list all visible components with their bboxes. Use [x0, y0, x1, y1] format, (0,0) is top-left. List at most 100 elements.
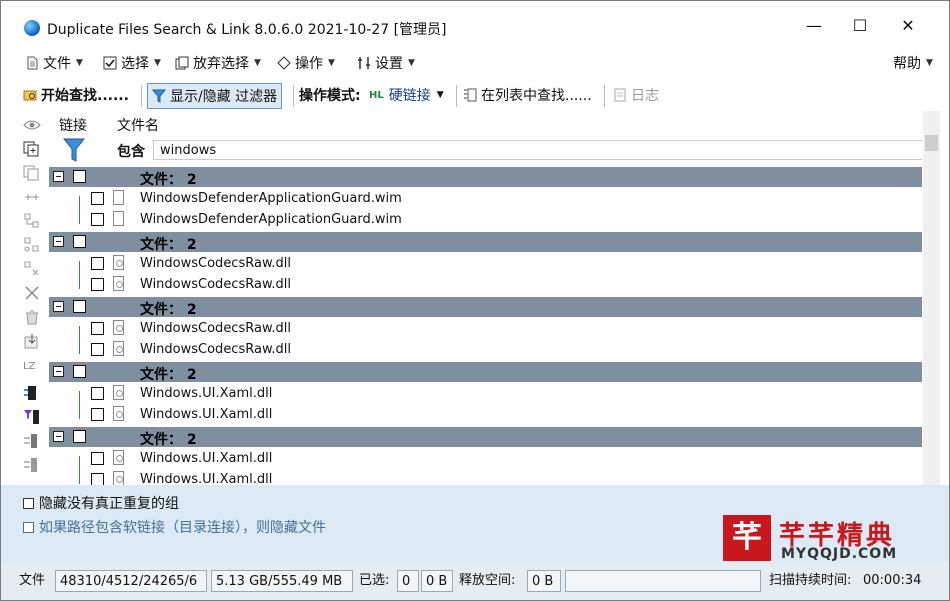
group-row[interactable]: 文件： 2 [49, 297, 922, 318]
menu-operations-label: 操作 [295, 56, 323, 72]
tree-link-icon[interactable] [23, 237, 41, 253]
group-row[interactable]: 文件： 2 [49, 427, 922, 448]
file-name: Windows.UI.Xaml.dll [140, 407, 273, 422]
chevron-down-icon: ▼ [76, 58, 83, 68]
deselect-icon [175, 56, 189, 70]
group-checkbox[interactable] [73, 365, 86, 378]
hide-non-duplicates-checkbox[interactable] [23, 497, 34, 509]
file-name: WindowsCodecsRaw.dll [140, 256, 291, 271]
strip-small-icon[interactable] [23, 433, 41, 449]
group-label: 文件： 2 [140, 237, 197, 253]
group-row[interactable]: 文件： 2 [49, 232, 922, 253]
group-checkbox[interactable] [73, 170, 86, 183]
vertical-scrollbar[interactable] [923, 111, 940, 485]
file-checkbox[interactable] [91, 192, 104, 205]
collapse-toggle-icon[interactable] [53, 366, 64, 377]
status-free-value: 0 B [527, 570, 561, 592]
mode-label-text: 操作模式: [299, 88, 361, 104]
start-search-button[interactable]: 开始查找...... [23, 83, 129, 107]
file-row[interactable]: WindowsDefenderApplicationGuard.wim [49, 209, 922, 230]
file-checkbox[interactable] [91, 387, 104, 400]
tree-icon[interactable] [23, 213, 41, 229]
file-row[interactable]: Windows.UI.Xaml.dll [49, 448, 922, 469]
chevron-down-icon: ▼ [436, 90, 444, 100]
filter-row: 包含 windows [49, 135, 922, 165]
list-header: 链接 文件名 [49, 111, 922, 136]
move-icon[interactable] [23, 333, 41, 349]
menu-operations[interactable]: 操作 ▼ [277, 53, 335, 73]
file-checkbox[interactable] [91, 343, 104, 356]
collapse-toggle-icon[interactable] [53, 301, 64, 312]
file-checkbox[interactable] [91, 213, 104, 226]
hide-non-duplicates-option[interactable]: 隐藏没有真正重复的组 [23, 493, 179, 513]
recycle-bin-icon[interactable] [23, 309, 41, 325]
column-header-link[interactable]: 链接 [59, 115, 87, 135]
strip-large-icon[interactable] [23, 457, 41, 473]
group-row[interactable]: 文件： 2 [49, 167, 922, 188]
link-bracket [79, 456, 85, 484]
copy-icon[interactable] [23, 165, 41, 181]
group-row[interactable]: 文件： 2 [49, 362, 922, 383]
compress-lz-icon[interactable]: LZ [23, 361, 41, 377]
eye-icon[interactable] [23, 117, 41, 133]
log-icon [614, 88, 626, 102]
menu-deselect[interactable]: 放弃选择 ▼ [175, 53, 261, 73]
file-row[interactable]: WindowsCodecsRaw.dll [49, 253, 922, 274]
film-strip-icon[interactable] [23, 385, 41, 401]
filter-label: 包含 [117, 144, 145, 160]
collapse-toggle-icon[interactable] [53, 431, 64, 442]
group-checkbox[interactable] [73, 235, 86, 248]
copy-add-icon[interactable] [23, 141, 41, 157]
dll-icon [113, 406, 124, 421]
group-checkbox[interactable] [73, 430, 86, 443]
filter-strip-icon[interactable] [23, 409, 41, 425]
toggle-filter-button[interactable]: 显示/隐藏 过滤器 [147, 83, 283, 109]
scrollbar-thumb[interactable] [925, 135, 938, 151]
hide-symlink-checkbox[interactable] [23, 521, 34, 533]
mode-dropdown[interactable]: HL 硬链接 ▼ [369, 83, 444, 107]
group-label: 文件： 2 [140, 367, 197, 383]
column-header-filename[interactable]: 文件名 [117, 115, 159, 135]
file-checkbox[interactable] [91, 452, 104, 465]
maximize-button[interactable]: ☐ [837, 11, 883, 41]
log-button[interactable]: 日志 [613, 83, 659, 107]
toolbar-separator [456, 85, 457, 107]
status-free-label: 释放空间: [459, 573, 516, 588]
group-checkbox[interactable] [73, 300, 86, 313]
menu-select[interactable]: 选择 ▼ [103, 53, 161, 73]
hide-non-duplicates-label: 隐藏没有真正重复的组 [39, 496, 179, 512]
file-checkbox[interactable] [91, 322, 104, 335]
file-row[interactable]: WindowsCodecsRaw.dll [49, 339, 922, 360]
file-checkbox[interactable] [91, 278, 104, 291]
delete-icon[interactable] [23, 285, 41, 301]
find-in-list-button[interactable]: 在列表中查找...... [463, 83, 592, 107]
filter-input[interactable]: windows [153, 140, 922, 160]
compare-icon[interactable] [23, 189, 41, 205]
file-checkbox[interactable] [91, 473, 104, 485]
menu-help[interactable]: 帮助 ▼ [893, 53, 933, 73]
tree-remove-icon[interactable] [23, 261, 41, 277]
collapse-toggle-icon[interactable] [53, 171, 64, 182]
menu-file-label: 文件 [43, 56, 71, 72]
hide-symlink-option[interactable]: 如果路径包含软链接（目录连接），则隐藏文件 [23, 517, 326, 537]
file-row[interactable]: WindowsDefenderApplicationGuard.wim [49, 188, 922, 209]
file-row[interactable]: Windows.UI.Xaml.dll [49, 469, 922, 485]
file-row[interactable]: WindowsCodecsRaw.dll [49, 274, 922, 295]
status-bar: 文件 48310/4512/24265/6 5.13 GB/555.49 MB … [1, 563, 949, 600]
collapse-toggle-icon[interactable] [53, 236, 64, 247]
file-row[interactable]: Windows.UI.Xaml.dll [49, 404, 922, 425]
menu-file[interactable]: 文件 ▼ [25, 53, 83, 73]
minimize-button[interactable]: — [791, 11, 837, 41]
close-button[interactable]: ✕ [885, 11, 931, 41]
file-name: WindowsCodecsRaw.dll [140, 277, 291, 292]
file-name: Windows.UI.Xaml.dll [140, 386, 273, 401]
menu-deselect-label: 放弃选择 [193, 56, 249, 72]
menu-settings[interactable]: 设置 ▼ [357, 53, 415, 73]
checkbox-select-icon [103, 56, 117, 70]
file-row[interactable]: Windows.UI.Xaml.dll [49, 383, 922, 404]
file-row[interactable]: WindowsCodecsRaw.dll [49, 318, 922, 339]
title-bar: Duplicate Files Search & Link 8.0.6.0 20… [1, 1, 949, 45]
file-checkbox[interactable] [91, 257, 104, 270]
file-checkbox[interactable] [91, 408, 104, 421]
mode-value: 硬链接 [388, 88, 431, 104]
